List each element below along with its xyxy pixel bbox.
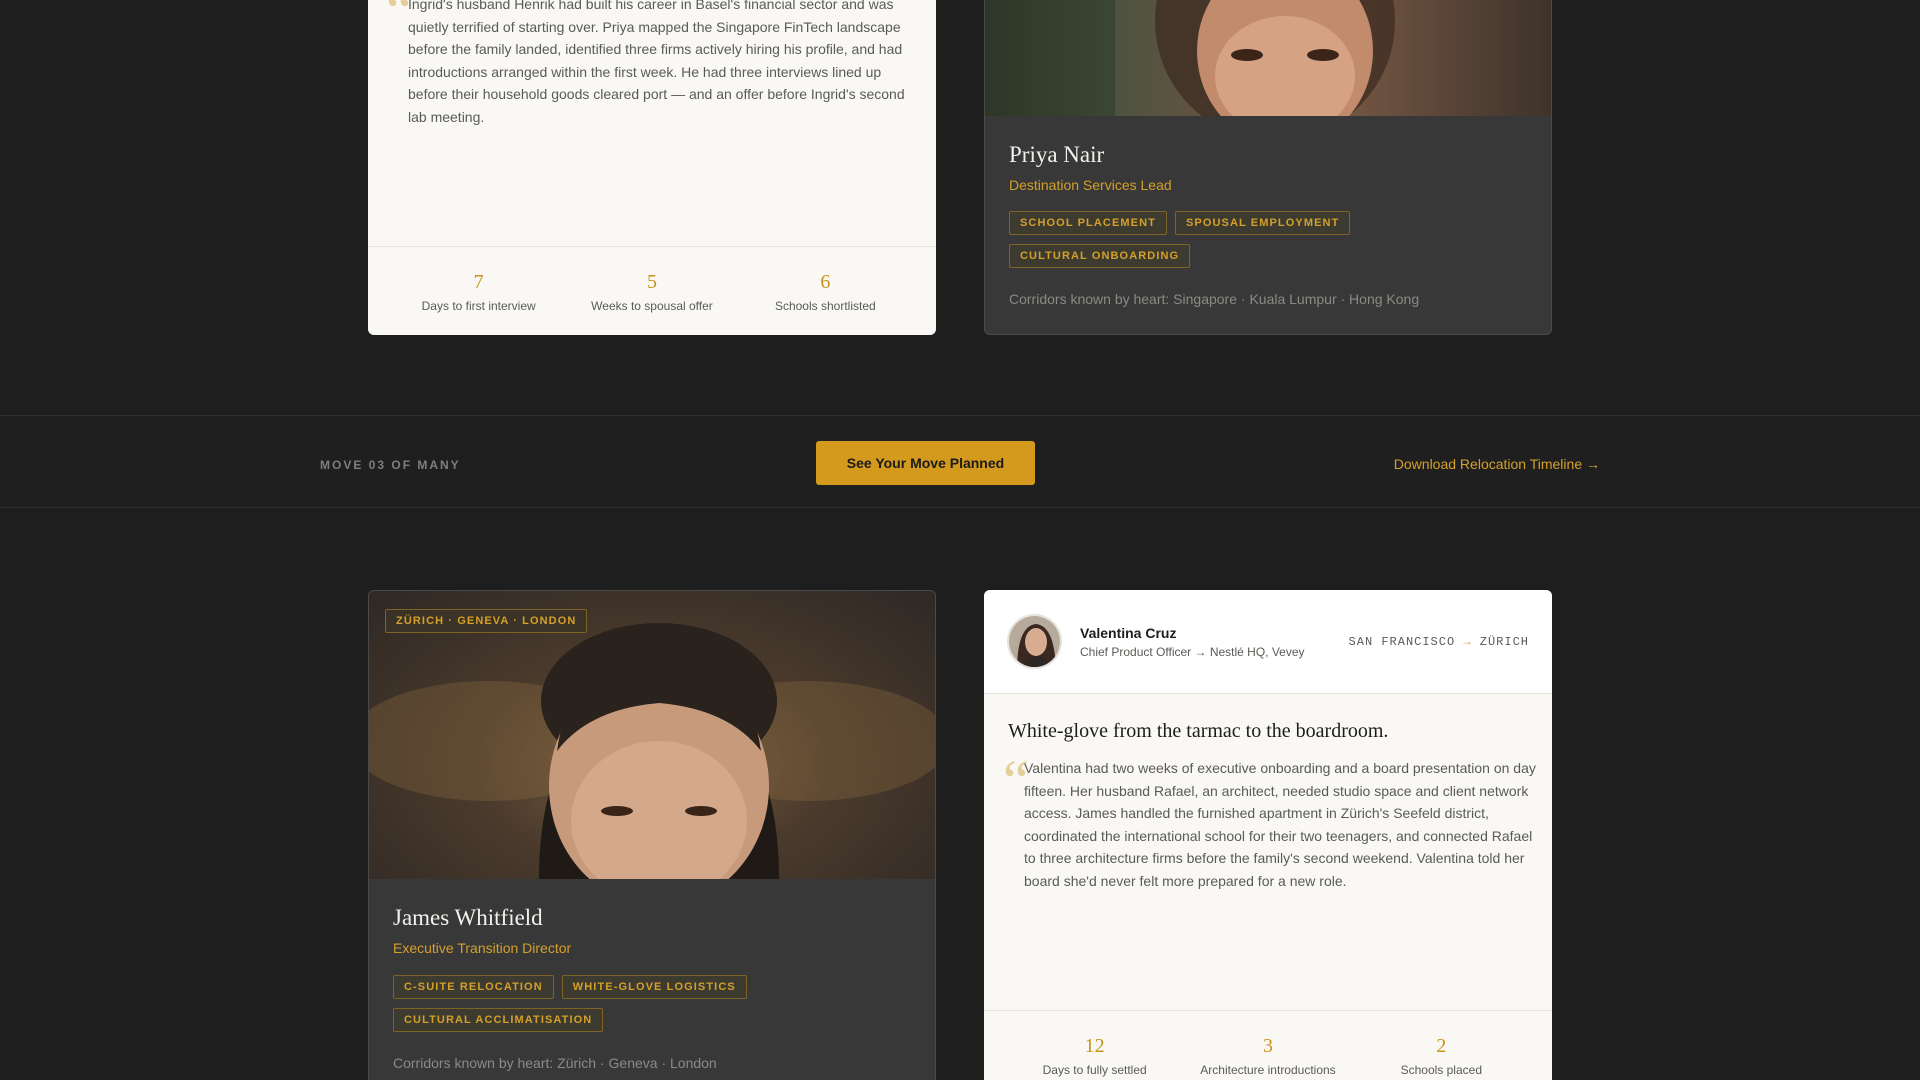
location-badge: ZÜRICH · GENEVA · LONDON [385, 609, 588, 633]
consultant-name: James Whitfield [393, 905, 543, 930]
route-from: SAN FRANCISCO [1348, 635, 1456, 649]
consultant-photo [369, 591, 935, 879]
stat-item: 2 Schools placed [1356, 1035, 1526, 1080]
story-quote: Ingrid's husband Henrik had built his ca… [408, 0, 905, 125]
specialty-tags: SCHOOL PLACEMENT SPOUSAL EMPLOYMENT CULT… [1009, 211, 1389, 268]
stat-label: Architecture introductions [1200, 1063, 1336, 1077]
story-stats: 12 Days to fully settled 3 Architecture … [984, 1010, 1552, 1080]
consultant-card-priya: Priya Nair Destination Services Lead SCH… [984, 0, 1552, 335]
specialty-tag: C-SUITE RELOCATION [393, 975, 554, 999]
consultant-card-james: ZÜRICH · GENEVA · LONDON James Whitfield… [368, 590, 936, 1080]
stat-label: Days to first interview [421, 299, 536, 313]
portrait-icon [985, 0, 1395, 116]
story-stats: 7 Days to first interview 5 Weeks to spo… [368, 246, 936, 335]
corridors-text: Corridors known by heart: Zürich · Genev… [393, 1055, 717, 1071]
story-quote: Valentina had two weeks of executive onb… [1024, 760, 1536, 889]
stat-item: 5 Weeks to spousal offer [567, 271, 737, 335]
stat-label: Weeks to spousal offer [591, 299, 713, 313]
relocation-route: SAN FRANCISCO → ZÜRICH [1349, 635, 1529, 649]
stat-label: Schools shortlisted [774, 299, 876, 313]
specialty-tag: SCHOOL PLACEMENT [1009, 211, 1167, 235]
client-name: Valentina Cruz [1080, 625, 1177, 641]
specialty-tags: C-SUITE RELOCATION WHITE-GLOVE LOGISTICS… [393, 975, 773, 1032]
specialty-tag: WHITE-GLOVE LOGISTICS [561, 975, 747, 999]
stat-item: 3 Architecture introductions [1183, 1035, 1353, 1080]
specialty-tag: CULTURAL ONBOARDING [1009, 244, 1191, 268]
avatar-icon [1009, 616, 1060, 667]
see-your-move-planned-button[interactable]: See Your Move Planned [816, 441, 1035, 485]
story-headline: White-glove from the tarmac to the board… [1008, 720, 1389, 742]
consultant-name: Priya Nair [1009, 142, 1105, 167]
stat-value: 5 [646, 271, 657, 293]
stat-label: Schools placed [1400, 1063, 1482, 1077]
avatar [1007, 614, 1062, 669]
stat-value: 12 [1084, 1035, 1105, 1057]
specialty-tag: SPOUSAL EMPLOYMENT [1174, 211, 1351, 235]
story-card-valentina: Valentina Cruz Chief Product Officer → N… [984, 590, 1552, 1080]
stat-item: 12 Days to fully settled [1010, 1035, 1180, 1080]
consultant-role: Destination Services Lead [1009, 177, 1172, 193]
stat-value: 2 [1436, 1035, 1447, 1057]
corridors-text: Corridors known by heart: Singapore · Ku… [1009, 291, 1420, 307]
arrow-right-icon: → [1463, 635, 1472, 649]
move-counter: MOVE 03 OF MANY [320, 458, 461, 472]
route-to: ZÜRICH [1479, 635, 1529, 649]
stat-value: 6 [820, 271, 831, 293]
story-card-ingrid: “ Ingrid's husband Henrik had built his … [368, 0, 936, 335]
client-role: Chief Product Officer → Nestlé HQ, Vevey [1080, 645, 1305, 659]
consultant-photo [985, 0, 1551, 116]
stat-item: 7 Days to first interview [394, 271, 564, 335]
stat-value: 3 [1262, 1035, 1273, 1057]
client-header: Valentina Cruz Chief Product Officer → N… [984, 590, 1552, 694]
cta-band: MOVE 03 OF MANY See Your Move Planned Do… [0, 415, 1920, 508]
specialty-tag: CULTURAL ACCLIMATISATION [393, 1008, 604, 1032]
portrait-icon [369, 623, 935, 879]
download-timeline-link[interactable]: Download Relocation Timeline → [1394, 456, 1600, 472]
stat-label: Days to fully settled [1042, 1063, 1147, 1077]
consultant-role: Executive Transition Director [393, 940, 572, 956]
stat-value: 7 [473, 271, 484, 293]
stat-item: 6 Schools shortlisted [740, 271, 910, 335]
